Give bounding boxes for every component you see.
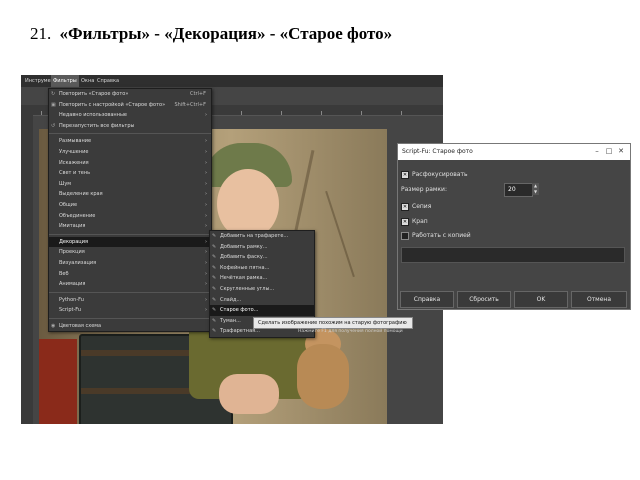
- child-face: [217, 169, 279, 239]
- script-icon: ✎: [212, 328, 217, 335]
- submenu-item[interactable]: ✎ Добавить на трафарете...: [210, 231, 314, 242]
- menu-item-reshow[interactable]: ▣ Повторить с настройкой «Старое фото» S…: [49, 100, 211, 111]
- menu-windows[interactable]: Окна: [79, 75, 96, 87]
- checkbox-checked-icon: ✕: [401, 202, 409, 211]
- menu-item-script-fu[interactable]: Script-Fu ›: [49, 305, 211, 316]
- slide-number: 21.: [30, 24, 52, 43]
- menu-item-category[interactable]: Общие ›: [49, 200, 211, 211]
- menu-item-category[interactable]: Визуализация ›: [49, 258, 211, 269]
- mottle-checkbox[interactable]: ✕ Крап: [401, 217, 428, 227]
- script-fu-dialog: Script-Fu: Старое фото – □ ✕ ✕ Расфокусир…: [397, 143, 631, 310]
- red-suitcase: [39, 339, 77, 424]
- menu-item-category[interactable]: Анимация ›: [49, 279, 211, 290]
- dialog-title: Script-Fu: Старое фото: [402, 148, 473, 155]
- child-legs: [219, 374, 279, 414]
- script-icon: ✎: [212, 317, 217, 324]
- repeat-icon: ↻: [51, 91, 56, 97]
- submenu-item[interactable]: ✎ Добавить рамку...: [210, 242, 314, 253]
- menu-item-python-fu[interactable]: Python-Fu ›: [49, 295, 211, 306]
- minimize-icon[interactable]: –: [592, 146, 602, 156]
- script-icon: ✎: [212, 307, 217, 314]
- menu-item-category[interactable]: Размывание ›: [49, 136, 211, 147]
- chevron-right-icon: ›: [205, 112, 207, 119]
- vertical-ruler: [21, 115, 33, 424]
- slide-heading: «Фильтры» - «Декорация» - «Старое фото»: [59, 24, 393, 43]
- work-on-copy-checkbox[interactable]: Работать с копией: [401, 231, 471, 241]
- reshow-icon: ▣: [51, 101, 56, 108]
- checkbox-unchecked-icon: [401, 231, 409, 240]
- menu-item-category[interactable]: Веб ›: [49, 269, 211, 280]
- submenu-item-old-photo[interactable]: ✎ Старое фото...: [210, 305, 314, 316]
- menu-item-category[interactable]: Имитация ›: [49, 221, 211, 232]
- sepia-checkbox[interactable]: ✕ Сепия: [401, 202, 431, 212]
- script-icon: ✎: [212, 296, 217, 303]
- menubar: Инструменты Фильтры Окна Справка: [21, 75, 443, 87]
- menu-item-color-scheme[interactable]: ◉ Цветовая схема: [49, 321, 211, 332]
- menu-item-recent[interactable]: Недавно использованные ›: [49, 110, 211, 121]
- teddy-bear: [297, 344, 349, 409]
- checkbox-checked-icon: ✕: [401, 170, 409, 179]
- script-icon: ✎: [212, 285, 217, 292]
- menu-item-category[interactable]: Шум ›: [49, 179, 211, 190]
- menu-item-decor[interactable]: Декорация ›: [49, 236, 211, 248]
- filters-menu: ↻ Повторить «Старое фото» Ctrl+F ▣ Повто…: [48, 88, 212, 333]
- submenu-item[interactable]: ✎ Слайд...: [210, 295, 314, 306]
- submenu-item[interactable]: ✎ Скругленные углы...: [210, 284, 314, 295]
- menu-item-category[interactable]: Улучшение ›: [49, 147, 211, 158]
- dialog-titlebar: Script-Fu: Старое фото – □ ✕: [398, 144, 630, 160]
- menu-item-reset-all[interactable]: ↺ Перезапустить все фильтры: [49, 121, 211, 132]
- maximize-icon[interactable]: □: [604, 146, 614, 156]
- script-icon: ✎: [212, 275, 217, 282]
- slide-title: 21. «Фильтры» - «Декорация» - «Старое фо…: [30, 24, 392, 44]
- checkbox-checked-icon: ✕: [401, 217, 409, 226]
- menu-item-category[interactable]: Свет и тень ›: [49, 168, 211, 179]
- menu-filters[interactable]: Фильтры: [51, 75, 79, 87]
- menu-item-repeat[interactable]: ↻ Повторить «Старое фото» Ctrl+F: [49, 89, 211, 100]
- tooltip-hint: Нажмите F1 для получения полной помощи: [298, 329, 403, 334]
- palette-icon: ◉: [51, 322, 56, 329]
- spin-arrows-icon[interactable]: ▲ ▼: [532, 183, 539, 195]
- menu-item-category[interactable]: Искажения ›: [49, 158, 211, 169]
- tooltip: Сделать изображение похожим на старую фо…: [253, 317, 413, 329]
- help-button[interactable]: Справка: [400, 291, 454, 308]
- close-icon[interactable]: ✕: [616, 146, 626, 156]
- script-icon: ✎: [212, 243, 217, 250]
- menu-help[interactable]: Справка: [95, 75, 121, 87]
- submenu-item[interactable]: ✎ Нечёткая рамка...: [210, 273, 314, 284]
- reset-button[interactable]: Сбросить: [457, 291, 511, 308]
- reset-icon: ↺: [51, 122, 56, 129]
- script-icon: ✎: [212, 233, 217, 239]
- submenu-item[interactable]: ✎ Добавить фаску...: [210, 252, 314, 263]
- script-icon: ✎: [212, 254, 217, 261]
- border-size-input[interactable]: 20: [504, 183, 533, 197]
- defocus-checkbox[interactable]: ✕ Расфокусировать: [401, 170, 468, 180]
- menu-item-category[interactable]: Выделение края ›: [49, 189, 211, 200]
- submenu-item[interactable]: ✎ Кофейные пятна...: [210, 263, 314, 274]
- cancel-button[interactable]: Отмена: [571, 291, 627, 308]
- script-icon: ✎: [212, 264, 217, 271]
- ok-button[interactable]: OK: [514, 291, 568, 308]
- progress-bar: [401, 247, 625, 263]
- menu-item-category[interactable]: Проекция ›: [49, 247, 211, 258]
- menu-item-category[interactable]: Объединение ›: [49, 211, 211, 222]
- border-size-label: Размер рамки:: [401, 186, 447, 193]
